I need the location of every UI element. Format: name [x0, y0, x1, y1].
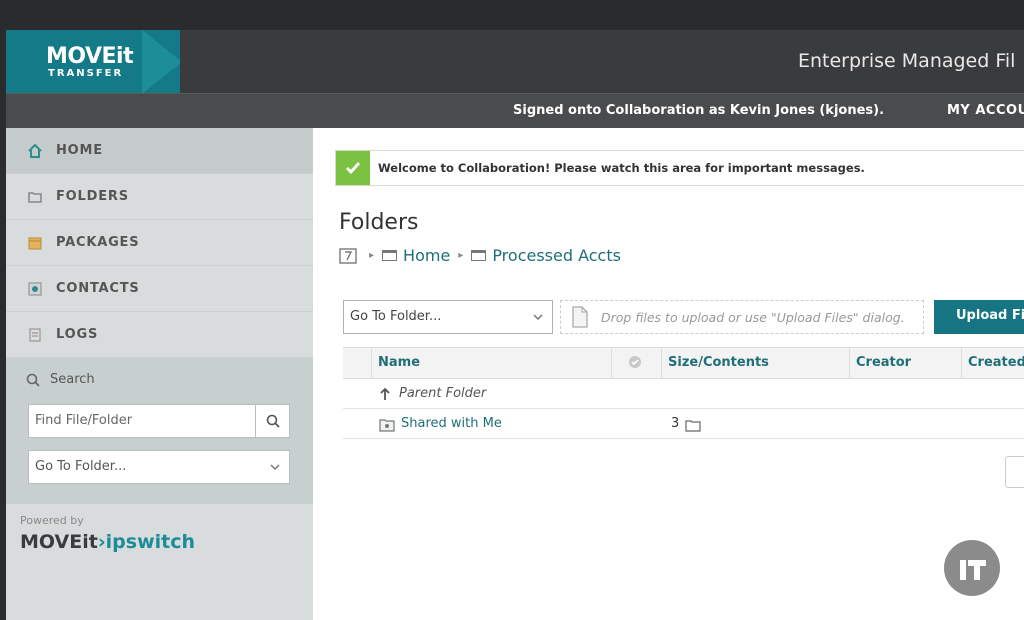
table-row[interactable]: Shared with Me 3: [343, 409, 1024, 439]
ipswitch-brand-logo: MOVEit›ipswitch: [20, 531, 195, 553]
sidebar-item-packages[interactable]: PACKAGES: [6, 220, 313, 266]
sidebar-item-label: FOLDERS: [56, 189, 129, 204]
package-icon: [28, 237, 42, 249]
root-folder-icon[interactable]: [339, 247, 357, 264]
status-icon: [629, 356, 641, 368]
goto-folder-value: Go To Folder...: [35, 459, 127, 474]
breadcrumb-processed-accts[interactable]: Processed Accts: [492, 246, 621, 265]
goto-folder-select[interactable]: Go To Folder...: [343, 300, 553, 334]
contacts-icon: [28, 282, 42, 295]
sidebar-item-home[interactable]: HOME: [6, 128, 313, 174]
app-title: Enterprise Managed Fil: [798, 50, 1016, 72]
folder-table: Name Size/Contents Creator Created Paren…: [343, 347, 1024, 439]
page-title: Folders: [339, 210, 419, 235]
upload-files-button[interactable]: Upload File: [934, 300, 1024, 334]
sidebar-item-label: LOGS: [56, 327, 99, 342]
folder-icon: [382, 250, 398, 261]
sidebar-item-folders[interactable]: FOLDERS: [6, 174, 313, 220]
file-upload-icon: [572, 306, 588, 328]
notification-banner: Welcome to Collaboration! Please watch t…: [335, 150, 1024, 186]
column-status[interactable]: [611, 348, 661, 378]
drop-zone-text: Drop files to upload or use "Upload File…: [601, 309, 905, 325]
breadcrumb-arrow-icon: ▸: [369, 250, 375, 261]
more-actions-button[interactable]: [1005, 456, 1024, 488]
brand-ipswitch: ipswitch: [105, 531, 196, 553]
column-created[interactable]: Created: [961, 348, 1024, 378]
signed-in-text: Signed onto Collaboration as Kevin Jones…: [513, 103, 885, 118]
shared-folder-icon: [379, 419, 395, 432]
chevron-down-icon: [270, 464, 280, 471]
logo-triangle: [142, 30, 180, 93]
sidebar-item-label: HOME: [56, 143, 103, 158]
find-search-button[interactable]: [256, 404, 290, 438]
breadcrumb: ▸ Home ▸ Processed Accts: [339, 246, 621, 265]
sidebar-goto-folder-select[interactable]: Go To Folder...: [28, 450, 290, 484]
chevron-down-icon: [533, 314, 543, 321]
sidebar-item-label: PACKAGES: [56, 235, 140, 250]
folder-icon: [28, 191, 42, 203]
select-column[interactable]: [343, 348, 371, 378]
search-section: Search Find File/Folder Go To Folder...: [6, 358, 313, 504]
parent-folder-link[interactable]: Parent Folder: [399, 386, 486, 401]
search-heading: Search: [26, 372, 95, 387]
item-count: 3: [671, 416, 680, 431]
it-logo-icon: [960, 560, 986, 580]
folder-icon: [685, 420, 701, 432]
breadcrumb-home[interactable]: Home: [403, 246, 450, 265]
column-size[interactable]: Size/Contents: [661, 348, 849, 378]
logs-icon: [29, 328, 41, 341]
find-file-input[interactable]: Find File/Folder: [28, 404, 256, 438]
goto-folder-value: Go To Folder...: [350, 309, 442, 324]
table-row[interactable]: Parent Folder: [343, 379, 1024, 409]
shared-with-me-link[interactable]: Shared with Me: [401, 416, 502, 431]
logo-text: MOVEit: [46, 44, 134, 69]
search-icon: [26, 373, 40, 387]
top-header: MOVEit TRANSFER Enterprise Managed Fil: [6, 30, 1024, 93]
powered-by-label: Powered by: [20, 514, 84, 527]
sidebar-item-label: CONTACTS: [56, 281, 140, 296]
up-arrow-icon: [380, 388, 390, 400]
drop-zone[interactable]: Drop files to upload or use "Upload File…: [560, 300, 924, 334]
check-icon: [336, 151, 370, 185]
notification-text: Welcome to Collaboration! Please watch t…: [378, 161, 865, 175]
breadcrumb-arrow-icon: ▸: [458, 250, 464, 261]
sidebar-item-logs[interactable]: LOGS: [6, 312, 313, 358]
column-name[interactable]: Name: [371, 348, 611, 378]
logo-subtext: TRANSFER: [48, 68, 124, 79]
search-label: Search: [50, 372, 95, 387]
brand-separator: ›: [97, 531, 106, 553]
app-window: MOVEit TRANSFER Enterprise Managed Fil S…: [6, 30, 1024, 620]
table-header: Name Size/Contents Creator Created: [343, 347, 1024, 379]
my-account-link[interactable]: MY ACCOU: [947, 103, 1024, 118]
user-bar: Signed onto Collaboration as Kevin Jones…: [6, 93, 1024, 128]
sidebar-item-contacts[interactable]: CONTACTS: [6, 266, 313, 312]
moveit-logo[interactable]: MOVEit TRANSFER: [6, 30, 180, 93]
home-icon: [28, 143, 42, 158]
main-content: Welcome to Collaboration! Please watch t…: [313, 128, 1024, 620]
brand-moveit: MOVEit: [20, 531, 98, 553]
search-icon: [266, 414, 280, 428]
watermark-logo: [944, 540, 1000, 596]
column-creator[interactable]: Creator: [849, 348, 961, 378]
folder-icon: [471, 250, 487, 261]
sidebar: HOME FOLDERS PACKAGES CONTACTS LOGS Sear…: [6, 128, 313, 620]
